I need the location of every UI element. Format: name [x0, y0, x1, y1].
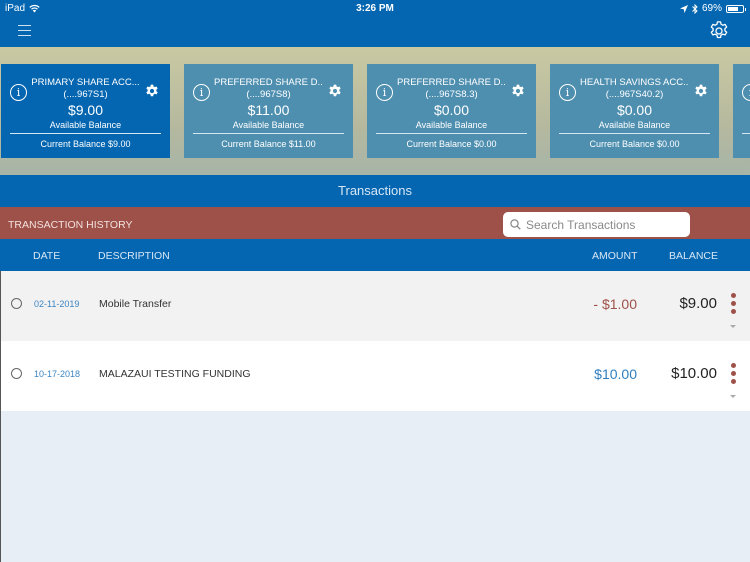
available-balance-label: Available Balance: [598, 120, 671, 130]
card-divider: [193, 133, 344, 134]
available-balance-value: $9.00: [67, 102, 104, 118]
account-number: (....967S8): [246, 89, 291, 100]
more-options-icon[interactable]: [731, 293, 737, 314]
search-box[interactable]: [503, 212, 690, 237]
available-balance-label: Available Balance: [49, 120, 122, 130]
account-carousel[interactable]: i PRIMARY SHARE ACC... (....967S1) $9.00 Ava…: [0, 47, 750, 175]
account-name: PREFERRED SHARE D...: [397, 77, 506, 88]
available-balance-value: $0.00: [616, 102, 653, 118]
account-number: (....967S1): [63, 89, 108, 100]
account-name: PREFERRED SHARE D...: [214, 77, 323, 88]
transaction-balance: $10.00: [671, 365, 717, 382]
current-balance: Current Balance $11.00: [221, 139, 316, 149]
bluetooth-icon: [692, 3, 698, 14]
search-transactions-input[interactable]: [526, 217, 686, 232]
menu-button[interactable]: [18, 25, 31, 36]
column-date[interactable]: DATE: [33, 250, 60, 262]
current-balance: Current Balance $0.00: [406, 139, 497, 149]
select-radio[interactable]: [11, 298, 22, 309]
select-radio[interactable]: [11, 368, 22, 379]
transaction-description: Mobile Transfer: [99, 298, 172, 310]
current-balance: Current Balance $0.00: [589, 139, 680, 149]
status-bar: iPad 3:26 PM 69%: [0, 0, 750, 16]
transaction-amount: $10.00: [594, 366, 637, 382]
available-balance-value: $0.00: [433, 102, 470, 118]
transaction-amount: - $1.00: [593, 296, 637, 312]
account-card[interactable]: i PREFERRED SHARE D... (....967S8) $11.00 Av…: [184, 64, 353, 158]
transaction-balance: $9.00: [679, 295, 717, 312]
transaction-row[interactable]: 02-11-2019 Mobile Transfer - $1.00 $9.00: [1, 271, 750, 341]
search-icon: [510, 219, 521, 230]
account-card[interactable]: i PREFERRED SHARE D... (....967S8.3) $0.00 A…: [367, 64, 536, 158]
more-options-icon[interactable]: [731, 363, 737, 384]
transactions-title: Transactions: [0, 175, 750, 207]
transaction-row[interactable]: 10-17-2018 MALAZAUI TESTING FUNDING $10.00…: [1, 341, 750, 411]
account-card[interactable]: i HEALTH SAVINGS ACC... (....967S40.2) $0.0…: [550, 64, 719, 158]
column-amount[interactable]: AMOUNT: [592, 250, 638, 262]
card-divider: [10, 133, 161, 134]
transaction-history-label: TRANSACTION HISTORY: [8, 219, 133, 231]
available-balance-value: $11.00: [247, 102, 290, 118]
battery-level: [728, 6, 738, 11]
account-number: (....967S40.2): [605, 89, 664, 100]
account-card[interactable]: i PRIMARY SHARE ACC... (....967S1) $9.00 Ava…: [1, 64, 170, 158]
account-name: PRIMARY SHARE ACC...: [31, 77, 140, 88]
card-divider: [376, 133, 527, 134]
expand-caret-icon[interactable]: [730, 395, 736, 398]
expand-caret-icon[interactable]: [730, 325, 736, 328]
current-balance: Current Balance $9.00: [40, 139, 131, 149]
available-balance-label: Available Balance: [232, 120, 305, 130]
battery-icon: [726, 4, 746, 13]
info-icon[interactable]: i: [742, 84, 750, 101]
account-name: HEALTH SAVINGS ACC...: [580, 77, 689, 88]
transaction-history-bar: TRANSACTION HISTORY: [0, 207, 750, 239]
available-balance-label: Available Balance: [415, 120, 488, 130]
top-navbar: [0, 16, 750, 47]
column-balance[interactable]: BALANCE: [669, 250, 718, 262]
account-card-partial[interactable]: i: [733, 64, 750, 158]
column-description[interactable]: DESCRIPTION: [98, 250, 170, 262]
location-icon: [679, 4, 688, 13]
settings-gear-icon[interactable]: [708, 20, 730, 42]
card-divider: [559, 133, 710, 134]
clock: 3:26 PM: [356, 3, 394, 14]
transaction-date: 10-17-2018: [34, 369, 81, 379]
battery-percent: 69%: [701, 3, 722, 14]
transaction-date: 02-11-2019: [34, 299, 80, 309]
hamburger-icon-line: [18, 34, 31, 36]
table-header: DATE DESCRIPTION AMOUNT BALANCE: [0, 239, 750, 271]
account-number: (....967S8.3): [425, 89, 478, 100]
card-divider: [742, 133, 750, 134]
transaction-description: MALAZAUI TESTING FUNDING: [99, 368, 251, 380]
hamburger-icon-line: [18, 29, 31, 32]
hamburger-icon-line: [18, 25, 31, 27]
